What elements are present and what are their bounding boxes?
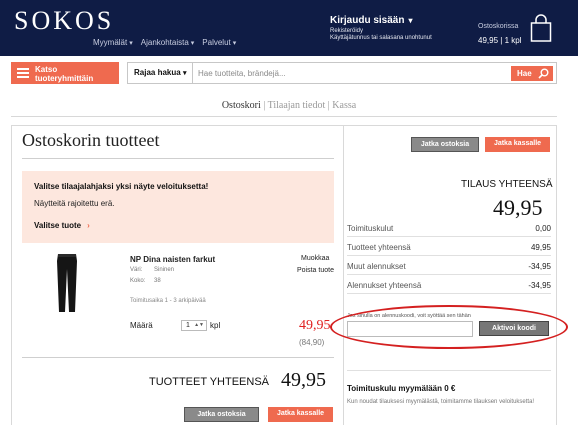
summary-row-shipping: Toimituskulut 0,00 <box>347 224 551 233</box>
main-nav: Myymälät ▾ Ajankohtaista ▾ Palvelut ▾ <box>93 38 236 47</box>
search-bar: Rajaa hakua ▾ Hae <box>127 62 557 84</box>
search-scope-label: Rajaa hakua <box>134 68 181 77</box>
nav-palvelut[interactable]: Palvelut ▾ <box>202 38 236 47</box>
search-button[interactable]: Hae <box>511 66 553 81</box>
chevron-down-icon: ▾ <box>232 39 237 47</box>
remove-product-link[interactable]: Poista tuote <box>297 267 334 274</box>
forgot-password-link[interactable]: Käyttäjätunnus tai salasana unohtunut <box>330 35 432 41</box>
nav-myymalat-label: Myymälät <box>93 38 128 47</box>
crumb-cart: Ostoskori <box>221 100 261 111</box>
quantity-unit: kpl <box>210 321 221 330</box>
register-link[interactable]: Rekisteröidy <box>330 28 432 34</box>
divider <box>347 293 551 294</box>
color-label: Väri: <box>130 267 143 273</box>
quantity-value: 1 <box>186 322 190 329</box>
crumb-checkout: Kassa <box>332 100 357 111</box>
continue-shopping-button[interactable]: Jatka ostoksia <box>411 137 479 152</box>
cart-sum: 49,95 <box>478 36 499 45</box>
category-browse-button[interactable]: Katso tuoteryhmittäin <box>11 62 119 84</box>
row-label: Muut alennukset <box>347 262 406 271</box>
cart-total: 49,95 | 1 kpl <box>478 36 522 45</box>
page-title: Ostoskorin tuotteet <box>22 130 160 150</box>
continue-checkout-button-bottom[interactable]: Jatka kassalle <box>268 407 333 422</box>
notice-text: Näytteitä rajoitettu erä. <box>34 199 115 208</box>
row-value: 0,00 <box>535 224 551 233</box>
continue-checkout-button[interactable]: Jatka kassalle <box>485 137 550 152</box>
chevron-right-icon: › <box>87 221 90 230</box>
continue-shopping-button-bottom[interactable]: Jatka ostoksia <box>184 407 259 422</box>
divider <box>347 274 551 275</box>
row-value: 49,95 <box>530 243 551 252</box>
search-button-label: Hae <box>517 69 532 78</box>
category-browse-label: Katso tuoteryhmittäin <box>35 65 94 83</box>
divider <box>347 370 551 371</box>
divider <box>11 116 557 117</box>
quantity-label: Määrä <box>130 321 153 330</box>
sokos-logo[interactable]: SOKOS <box>14 6 111 36</box>
choose-sample-link[interactable]: Valitse tuote › <box>34 221 90 230</box>
nav-ajankohtaista-label: Ajankohtaista <box>140 38 189 47</box>
cart-count: 1 kpl <box>504 36 522 45</box>
size-value: 38 <box>154 278 161 284</box>
login-title: Kirjaudu sisään <box>330 15 405 26</box>
summary-row-discounts-total: Alennukset yhteensä -34,95 <box>347 281 551 290</box>
order-total-value: 49,95 <box>493 195 543 220</box>
login-toggle[interactable]: Kirjaudu sisään ▾ <box>330 15 432 26</box>
chevron-down-icon: ▾ <box>182 70 187 77</box>
product-color: Väri: Sininen <box>130 267 174 273</box>
menu-icon <box>17 68 29 78</box>
product-sale-price: 49,95 <box>299 318 331 333</box>
edit-product-link[interactable]: Muokkaa <box>301 255 329 262</box>
summary-row-products: Tuotteet yhteensä 49,95 <box>347 243 551 252</box>
nav-ajankohtaista[interactable]: Ajankohtaista ▾ <box>141 38 195 47</box>
chevron-down-icon: ▾ <box>408 16 413 25</box>
order-total-label: TILAUS YHTEENSÄ <box>461 179 553 190</box>
quantity-select[interactable]: 1 ▲▼ <box>181 320 207 331</box>
color-value: Sininen <box>154 267 175 273</box>
size-label: Koko: <box>130 278 146 284</box>
store-shipping-text: Kun noudat tilauksesi myymälästä, toimit… <box>347 399 535 405</box>
divider <box>347 236 551 237</box>
divider <box>347 255 551 256</box>
top-navigation-bar: SOKOS Myymälät ▾ Ajankohtaista ▾ Palvelut ▾… <box>0 0 578 56</box>
row-label: Toimituskulut <box>347 224 394 233</box>
nav-myymalat[interactable]: Myymälät ▾ <box>93 38 133 47</box>
row-value: -34,95 <box>528 281 551 290</box>
jeans-product-image[interactable] <box>54 253 80 313</box>
product-name[interactable]: NP Dina naisten farkut <box>130 255 215 264</box>
products-total-label: TUOTTEET YHTEENSÄ <box>149 376 270 388</box>
product-size: Koko: 38 <box>130 278 161 284</box>
divider <box>22 158 334 159</box>
delivery-time: Toimitusaika 1 - 3 arkipäivää <box>130 298 206 304</box>
row-value: -34,95 <box>528 262 551 271</box>
chevron-down-icon: ▾ <box>190 39 195 47</box>
cart-label: Ostoskorissa <box>478 23 519 30</box>
product-original-price: (84,90) <box>299 338 325 347</box>
summary-row-other-discounts: Muut alennukset -34,95 <box>347 262 551 271</box>
products-total-value: 49,95 <box>281 369 326 391</box>
store-shipping-title: Toimituskulu myymälään 0 € <box>347 384 456 393</box>
row-label: Alennukset yhteensä <box>347 281 422 290</box>
highlight-annotation-oval <box>330 305 568 349</box>
stepper-arrows-icon: ▲▼ <box>194 322 204 328</box>
divider <box>22 357 334 358</box>
free-sample-notice: Valitse tilaajalahjaksi yksi näyte veloi… <box>22 171 334 243</box>
shopping-bag-icon[interactable] <box>530 14 552 42</box>
search-scope-dropdown[interactable]: Rajaa hakua ▾ <box>128 63 193 83</box>
order-summary-panel <box>343 125 557 425</box>
crumb-separator: | <box>263 100 266 111</box>
crumb-orderer-info: Tilaajan tiedot <box>267 100 326 111</box>
crumb-separator: | <box>327 100 330 111</box>
search-icon <box>538 68 549 79</box>
login-area: Kirjaudu sisään ▾ Rekisteröidy Käyttäjätu… <box>330 15 432 41</box>
nav-palvelut-label: Palvelut <box>202 38 231 47</box>
cart-summary[interactable]: Ostoskorissa 49,95 | 1 kpl <box>478 23 521 45</box>
choose-sample-label: Valitse tuote <box>34 221 82 230</box>
chevron-down-icon: ▾ <box>129 39 133 47</box>
notice-title: Valitse tilaajalahjaksi yksi näyte veloi… <box>34 182 209 191</box>
search-input[interactable] <box>198 65 498 81</box>
row-label: Tuotteet yhteensä <box>347 243 411 252</box>
checkout-breadcrumb: Ostoskori | Tilaajan tiedot | Kassa <box>0 100 578 111</box>
